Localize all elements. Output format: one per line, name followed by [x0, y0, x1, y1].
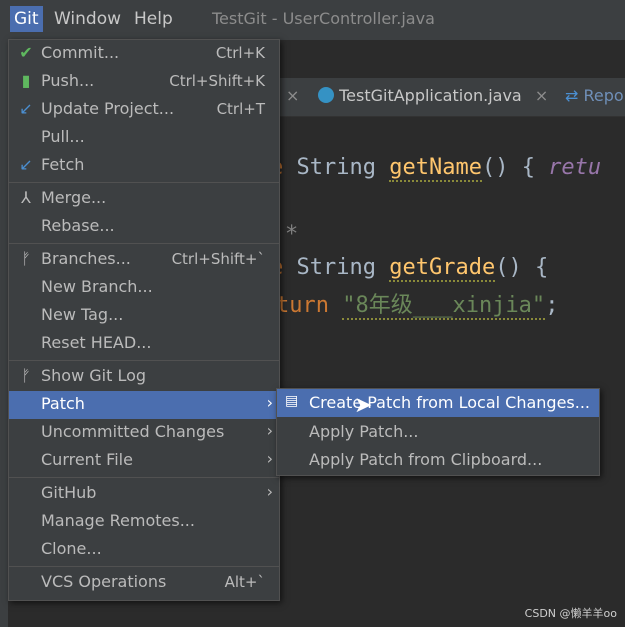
patch-submenu: ▤ Create Patch from Local Changes... App…: [276, 388, 600, 476]
menu-item-clone[interactable]: Clone...: [9, 536, 279, 564]
window-title: TestGit - UserController.java: [212, 9, 435, 28]
chevron-right-icon: ›: [266, 449, 273, 468]
menu-item-patch[interactable]: Patch ›: [9, 391, 279, 419]
menu-item-vcs-operations[interactable]: VCS Operations Alt+`: [9, 569, 279, 597]
menu-separator: [9, 566, 279, 567]
menu-item-fetch[interactable]: ↙ Fetch: [9, 152, 279, 180]
chevron-right-icon: ›: [266, 421, 273, 440]
menu-item-merge[interactable]: ⅄ Merge...: [9, 185, 279, 213]
menu-item-current-file[interactable]: Current File ›: [9, 447, 279, 475]
menu-item-rebase[interactable]: Rebase...: [9, 213, 279, 241]
title-bar: Git Window Help TestGit - UserController…: [0, 0, 625, 40]
check-icon: ✔: [19, 43, 33, 62]
menu-item-new-tag[interactable]: New Tag...: [9, 302, 279, 330]
tab-testgitapplication[interactable]: TestGitApplication.java ×: [318, 86, 548, 105]
watermark: CSDN @懒羊羊oo: [524, 607, 617, 620]
fetch-icon: ↙: [19, 155, 33, 174]
menu-help[interactable]: Help: [134, 9, 173, 29]
menu-git[interactable]: Git: [10, 6, 43, 32]
push-icon: ▮: [21, 71, 31, 90]
menu-item-commit[interactable]: ✔ Commit... Ctrl+K: [9, 40, 279, 68]
code-line-getgrade: e String getGrade() {: [270, 255, 549, 282]
tab-repo[interactable]: ⇄ Repo: [565, 86, 624, 105]
submenu-item-apply-patch[interactable]: Apply Patch...: [277, 418, 599, 446]
menu-item-push[interactable]: ▮ Push... Ctrl+Shift+K: [9, 68, 279, 96]
menu-separator: [9, 360, 279, 361]
submenu-item-apply-patch-clipboard[interactable]: Apply Patch from Clipboard...: [277, 446, 599, 474]
chevron-right-icon: ›: [266, 482, 273, 501]
left-tool-strip: [0, 40, 8, 627]
menu-separator: [9, 477, 279, 478]
menu-item-new-branch[interactable]: New Branch...: [9, 274, 279, 302]
repo-icon: ⇄: [565, 86, 579, 105]
close-tab-icon[interactable]: ×: [286, 86, 299, 105]
close-tab-icon[interactable]: ×: [535, 86, 548, 105]
submenu-item-create-patch[interactable]: ▤ Create Patch from Local Changes...: [277, 389, 599, 417]
menu-window[interactable]: Window: [54, 9, 121, 29]
java-class-icon: [318, 87, 334, 103]
menu-item-reset-head[interactable]: Reset HEAD...: [9, 330, 279, 358]
patch-icon: ▤: [285, 393, 299, 409]
menu-item-branches[interactable]: ᚠ Branches... Ctrl+Shift+`: [9, 246, 279, 274]
code-line-getname: e String getName() { retu: [270, 155, 602, 182]
git-menu: ✔ Commit... Ctrl+K ▮ Push... Ctrl+Shift+…: [8, 39, 280, 601]
merge-icon: ⅄: [21, 188, 31, 207]
branch-icon: ᚠ: [21, 249, 31, 268]
code-line-return: turn "8年级___xinjia";: [276, 293, 559, 320]
mouse-cursor-icon: ➤: [354, 393, 373, 418]
menu-separator: [9, 243, 279, 244]
menu-item-update-project[interactable]: ↙ Update Project... Ctrl+T: [9, 96, 279, 124]
update-icon: ↙: [19, 99, 33, 118]
menu-item-github[interactable]: GitHub ›: [9, 480, 279, 508]
comment-star: *: [285, 222, 299, 247]
git-log-icon: ᚠ: [21, 366, 31, 385]
menu-item-show-git-log[interactable]: ᚠ Show Git Log: [9, 363, 279, 391]
menu-item-pull[interactable]: Pull...: [9, 124, 279, 152]
menu-item-uncommitted-changes[interactable]: Uncommitted Changes ›: [9, 419, 279, 447]
menu-separator: [9, 182, 279, 183]
chevron-right-icon: ›: [266, 393, 273, 412]
menu-item-manage-remotes[interactable]: Manage Remotes...: [9, 508, 279, 536]
